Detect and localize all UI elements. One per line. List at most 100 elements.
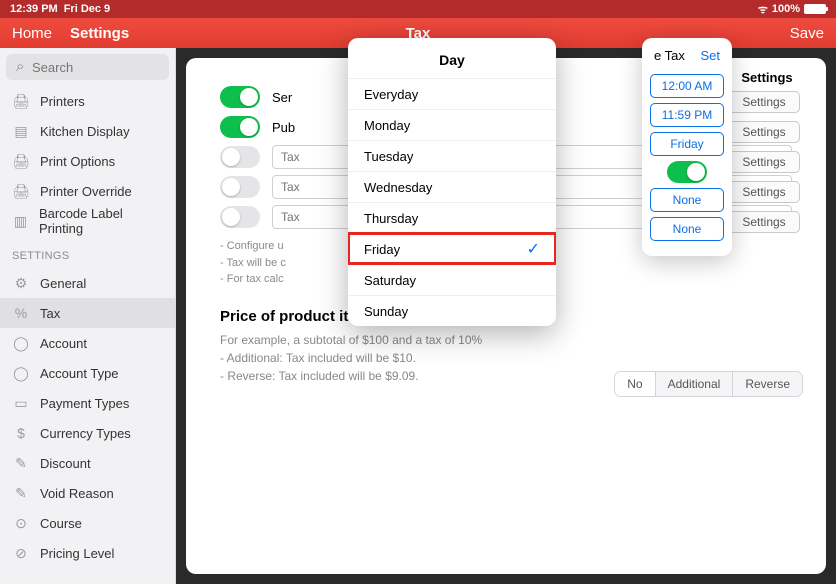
sidebar-item-kitchen-display[interactable]: ▤ Kitchen Display [0, 116, 175, 146]
sidebar-item-label: General [40, 276, 86, 291]
day-option-tuesday[interactable]: Tuesday [348, 140, 556, 171]
sidebar-icon: ✎ [12, 485, 30, 501]
day-option-everyday[interactable]: Everyday [348, 78, 556, 109]
sidebar-item-print-options[interactable]: 🖨 Print Options [0, 146, 175, 176]
popover-set-button[interactable]: Set [700, 48, 720, 63]
time-from-button[interactable]: 12:00 AM [650, 74, 724, 98]
tax-switch-5[interactable] [220, 206, 260, 228]
day-label: Friday [364, 242, 400, 257]
search-input[interactable] [6, 54, 169, 80]
settings-button-1[interactable]: Settings [728, 91, 800, 113]
tax-switch-3[interactable] [220, 146, 260, 168]
sidebar-icon: % [12, 305, 30, 321]
sidebar-item-label: Course [40, 516, 82, 531]
tax-switch-4[interactable] [220, 176, 260, 198]
sidebar-header-settings: SETTINGS [0, 236, 175, 268]
sidebar-icon: ✎ [12, 455, 30, 471]
battery-percent: 100% [772, 3, 800, 15]
seg-additional[interactable]: Additional [655, 372, 733, 396]
sidebar-icon: $ [12, 425, 30, 441]
sidebar-item-barcode-label-printing[interactable]: ▥Barcode Label Printing [0, 206, 175, 236]
sidebar-item-label: Discount [40, 456, 91, 471]
sidebar-item-discount[interactable]: ✎ Discount [0, 448, 175, 478]
sidebar-item-label: Kitchen Display [40, 124, 130, 139]
sidebar-icon: ▭ [12, 395, 30, 411]
sidebar-item-label: Printer Override [40, 184, 132, 199]
day-option-thursday[interactable]: Thursday [348, 202, 556, 233]
include-tax-segmented[interactable]: No Additional Reverse [615, 372, 802, 396]
tax-label-1: Ser [272, 90, 292, 105]
sidebar-icon: ⚙ [12, 275, 30, 291]
sidebar-icon: ⊘ [12, 545, 30, 561]
settings-button-5[interactable]: Settings [728, 211, 800, 233]
sidebar-item-tax[interactable]: % Tax [0, 298, 175, 328]
tax-settings-popover: e Tax Set 12:00 AM 11:59 PM Friday None … [642, 38, 732, 256]
sidebar-item-printer-override[interactable]: 🖨 Printer Override [0, 176, 175, 206]
day-button[interactable]: Friday [650, 132, 724, 156]
sidebar-item-label: Currency Types [40, 426, 131, 441]
sidebar-item-label: Tax [40, 306, 60, 321]
day-picker-title: Day [348, 38, 556, 78]
day-label: Wednesday [364, 180, 432, 195]
day-option-wednesday[interactable]: Wednesday [348, 171, 556, 202]
settings-button-4[interactable]: Settings [728, 181, 800, 203]
note-c: - For tax calc [220, 271, 284, 288]
none-button-1[interactable]: None [650, 188, 724, 212]
sidebar-icon: ▤ [12, 123, 30, 139]
day-label: Sunday [364, 304, 408, 319]
tax-switch-2[interactable] [220, 116, 260, 138]
battery-icon [804, 4, 826, 14]
settings-button-2[interactable]: Settings [728, 121, 800, 143]
sidebar-icon: 🖨 [12, 93, 30, 109]
sidebar: 🖨Printers▤Kitchen Display🖨Print Options🖨… [0, 48, 176, 584]
nav-home[interactable]: Home [12, 25, 52, 42]
tax-label-2: Pub [272, 120, 295, 135]
time-to-button[interactable]: 11:59 PM [650, 103, 724, 127]
check-icon: ✓ [527, 239, 540, 259]
sidebar-item-payment-types[interactable]: ▭ Payment Types [0, 388, 175, 418]
sidebar-icon: 🖨 [12, 183, 30, 199]
sidebar-item-account[interactable]: ◯Account [0, 328, 175, 358]
sidebar-item-label: Payment Types [40, 396, 129, 411]
sidebar-icon: ⊙ [12, 515, 30, 531]
sidebar-item-printers[interactable]: 🖨 Printers [0, 86, 175, 116]
settings-col-title: Settings [728, 70, 806, 85]
nav-settings[interactable]: Settings [70, 25, 129, 42]
seg-no[interactable]: No [615, 372, 654, 396]
status-bar: 12:39 PM Fri Dec 9 ᯤ 100% [0, 0, 836, 18]
day-option-monday[interactable]: Monday [348, 109, 556, 140]
wifi-icon: ᯤ [758, 2, 768, 17]
sidebar-icon: 🖨 [12, 153, 30, 169]
seg-reverse[interactable]: Reverse [732, 372, 802, 396]
sidebar-item-account-type[interactable]: ◯Account Type [0, 358, 175, 388]
day-picker-popover: Day Everyday Monday Tuesday Wednesday Thursd… [348, 38, 556, 326]
sidebar-item-pricing-level[interactable]: ⊘ Pricing Level [0, 538, 175, 568]
sidebar-item-label: Account Type [40, 366, 119, 381]
popover-switch[interactable] [667, 161, 707, 183]
day-label: Saturday [364, 273, 416, 288]
day-option-saturday[interactable]: Saturday [348, 264, 556, 295]
sidebar-item-void-reason[interactable]: ✎ Void Reason [0, 478, 175, 508]
sidebar-item-currency-types[interactable]: $ Currency Types [0, 418, 175, 448]
sidebar-item-label: Void Reason [40, 486, 114, 501]
sidebar-item-label: Print Options [40, 154, 115, 169]
day-label: Monday [364, 118, 410, 133]
none-button-2[interactable]: None [650, 217, 724, 241]
example-a: For example, a subtotal of $100 and a ta… [220, 331, 792, 349]
day-option-friday[interactable]: Friday ✓ [348, 233, 556, 264]
day-label: Everyday [364, 87, 418, 102]
sidebar-item-label: Barcode Label Printing [39, 206, 163, 236]
sidebar-item-label: Printers [40, 94, 85, 109]
day-label: Thursday [364, 211, 418, 226]
day-label: Tuesday [364, 149, 413, 164]
day-option-sunday[interactable]: Sunday [348, 295, 556, 326]
popover-tax-label: e Tax [654, 48, 685, 63]
nav-save[interactable]: Save [790, 25, 824, 42]
tax-switch-1[interactable] [220, 86, 260, 108]
status-date: Fri Dec 9 [64, 3, 110, 15]
sidebar-item-general[interactable]: ⚙ General [0, 268, 175, 298]
sidebar-item-course[interactable]: ⊙ Course [0, 508, 175, 538]
settings-button-3[interactable]: Settings [728, 151, 800, 173]
example-b: - Additional: Tax included will be $10. [220, 349, 792, 367]
sidebar-item-label: Pricing Level [40, 546, 114, 561]
